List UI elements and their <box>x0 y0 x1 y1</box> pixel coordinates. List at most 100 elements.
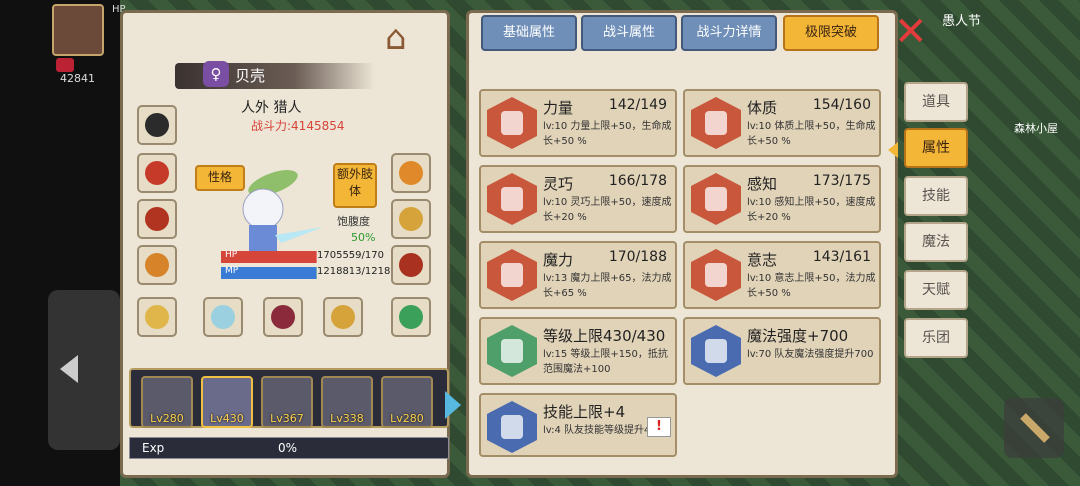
hp-label: HP <box>225 250 238 260</box>
equip-necklace-icon[interactable] <box>137 153 177 193</box>
attack-sword-icon[interactable] <box>1004 398 1064 458</box>
side-menu-items[interactable]: 道具 <box>904 82 968 122</box>
equip-armor-icon[interactable] <box>137 199 177 239</box>
side-menu-skills[interactable]: 技能 <box>904 176 968 216</box>
constitution-icon <box>691 97 741 149</box>
stat-desc: lv:10 体质上限+50，生命成长+50 % <box>747 121 876 147</box>
stat-value: 154/160 <box>812 97 871 113</box>
stat-name: 感知 <box>747 175 778 193</box>
combat-power: 战斗力:4145854 <box>251 119 345 133</box>
stat-desc: lv:10 意志上限+50，法力成长+50 % <box>747 273 876 299</box>
magic-power-icon <box>691 325 741 377</box>
exp-value: 0% <box>278 441 298 455</box>
stat-value: 142/149 <box>608 97 667 113</box>
stat-card-level-cap[interactable]: 等级上限430/430 lv:15 等级上限+150，抵抗范围魔法+100 <box>479 317 677 385</box>
mp-bar: MP <box>221 266 317 279</box>
hp-bar: HP <box>221 250 317 263</box>
stat-desc: lv:13 魔力上限+65，法力成长+65 % <box>543 273 672 299</box>
character-name: 贝壳 <box>235 67 266 85</box>
character-panel: ⌂ ♀ 贝壳 人外 猎人 战斗力:4145854 性格 额外肢体 饱腹度 50%… <box>120 10 461 478</box>
skill-cap-icon <box>487 401 537 453</box>
party-member-2[interactable]: Lv430 <box>201 376 253 428</box>
stat-desc: lv:70 队友魔法强度提升700 <box>747 349 874 360</box>
stat-value: 170/188 <box>608 249 667 265</box>
female-gender-icon: ♀ <box>203 61 229 87</box>
equip-dagger-icon[interactable] <box>263 297 303 337</box>
side-menu-attributes[interactable]: 属性 <box>904 128 968 168</box>
tab-combat-power-details[interactable]: 战斗力详情 <box>681 15 777 51</box>
equip-ring-icon[interactable] <box>137 297 177 337</box>
stat-name: 意志 <box>747 251 778 269</box>
party-member-level: Lv338 <box>330 412 364 425</box>
equip-belt-icon[interactable] <box>391 199 431 239</box>
stat-desc: lv:10 灵巧上限+50，速度成长+20 % <box>543 197 672 223</box>
hud-badge-icon <box>56 58 74 72</box>
party-strip: Lv280 Lv430 Lv367 Lv338 Lv280 <box>129 368 449 428</box>
equip-weapon-icon[interactable] <box>203 297 243 337</box>
stat-name: 魔力 <box>543 251 574 269</box>
equip-pumpkin-icon[interactable] <box>391 153 431 193</box>
equip-gun-icon[interactable] <box>323 297 363 337</box>
will-icon <box>691 249 741 301</box>
stat-name: 灵巧 <box>543 175 574 193</box>
party-next-arrow-icon[interactable] <box>445 391 461 419</box>
side-menu-talents[interactable]: 天赋 <box>904 270 968 310</box>
mp-label: MP <box>225 266 239 276</box>
tab-limit-break[interactable]: 极限突破 <box>783 15 879 51</box>
satiety-value: 50% <box>351 231 376 244</box>
hp-value: 1705559/170 <box>317 250 384 261</box>
stat-card-agility[interactable]: 灵巧 166/178 lv:10 灵巧上限+50，速度成长+20 % <box>479 165 677 233</box>
party-member-3[interactable]: Lv367 <box>261 376 313 428</box>
stat-card-constitution[interactable]: 体质 154/160 lv:10 体质上限+50，生命成长+50 % <box>683 89 881 157</box>
stat-desc: lv:15 等级上限+150，抵抗范围魔法+100 <box>543 349 668 375</box>
wardrobe-hanger-icon[interactable]: ⌂ <box>385 21 407 55</box>
equip-hat-icon[interactable] <box>137 105 177 145</box>
side-menu-magic[interactable]: 魔法 <box>904 222 968 262</box>
dpad[interactable] <box>48 290 120 450</box>
exp-bar: Exp 0% <box>129 437 449 459</box>
side-menu-band[interactable]: 乐团 <box>904 318 968 358</box>
stat-card-magic[interactable]: 魔力 170/188 lv:13 魔力上限+65，法力成长+65 % <box>479 241 677 309</box>
dpad-left-arrow-icon[interactable] <box>60 355 78 383</box>
close-icon[interactable]: ✕ <box>894 12 928 52</box>
strength-icon <box>487 97 537 149</box>
stat-name: 技能上限+4 <box>543 403 626 421</box>
agility-icon <box>487 173 537 225</box>
magic-icon <box>487 249 537 301</box>
tab-basic-attributes[interactable]: 基础属性 <box>481 15 577 51</box>
stat-desc: lv:10 力量上限+50，生命成长+50 % <box>543 121 672 147</box>
equip-boots-icon[interactable] <box>391 245 431 285</box>
alert-icon[interactable]: ! <box>647 417 671 437</box>
stat-value: 173/175 <box>812 173 871 189</box>
character-titles: 人外 猎人 <box>241 100 302 116</box>
satiety-label: 饱腹度 <box>337 215 370 228</box>
stat-card-magic-power[interactable]: 魔法强度+700 lv:70 队友魔法强度提升700 <box>683 317 881 385</box>
stat-card-strength[interactable]: 力量 142/149 lv:10 力量上限+50，生命成长+50 % <box>479 89 677 157</box>
tab-combat-attributes[interactable]: 战斗属性 <box>581 15 677 51</box>
equip-helmet-icon[interactable] <box>137 245 177 285</box>
side-menu-pointer-icon <box>888 142 898 158</box>
stat-name: 等级上限430/430 <box>543 327 666 345</box>
stat-desc: lv:10 感知上限+50，速度成长+20 % <box>747 197 876 223</box>
party-member-level: Lv367 <box>270 412 304 425</box>
party-member-4[interactable]: Lv338 <box>321 376 373 428</box>
party-member-level: Lv430 <box>210 412 244 425</box>
character-sprite <box>242 170 323 251</box>
location-label: 森林小屋 <box>1014 122 1058 135</box>
level-cap-icon <box>487 325 537 377</box>
stat-card-perception[interactable]: 感知 173/175 lv:10 感知上限+50，速度成长+20 % <box>683 165 881 233</box>
attributes-panel: 基础属性 战斗属性 战斗力详情 极限突破 力量 142/149 lv:10 力量… <box>466 10 898 478</box>
extra-limb-button[interactable]: 额外肢体 <box>333 163 377 208</box>
stat-value: 166/178 <box>608 173 667 189</box>
stat-value: 143/161 <box>812 249 871 265</box>
player-avatar[interactable] <box>52 4 104 56</box>
party-member-1[interactable]: Lv280 <box>141 376 193 428</box>
stat-name: 魔法强度+700 <box>747 327 849 345</box>
stat-card-will[interactable]: 意志 143/161 lv:10 意志上限+50，法力成长+50 % <box>683 241 881 309</box>
stat-name: 力量 <box>543 99 574 117</box>
party-member-5[interactable]: Lv280 <box>381 376 433 428</box>
party-member-level: Lv280 <box>150 412 184 425</box>
equip-lantern-icon[interactable] <box>391 297 431 337</box>
hud-player-number: 42841 <box>60 72 95 85</box>
perception-icon <box>691 173 741 225</box>
